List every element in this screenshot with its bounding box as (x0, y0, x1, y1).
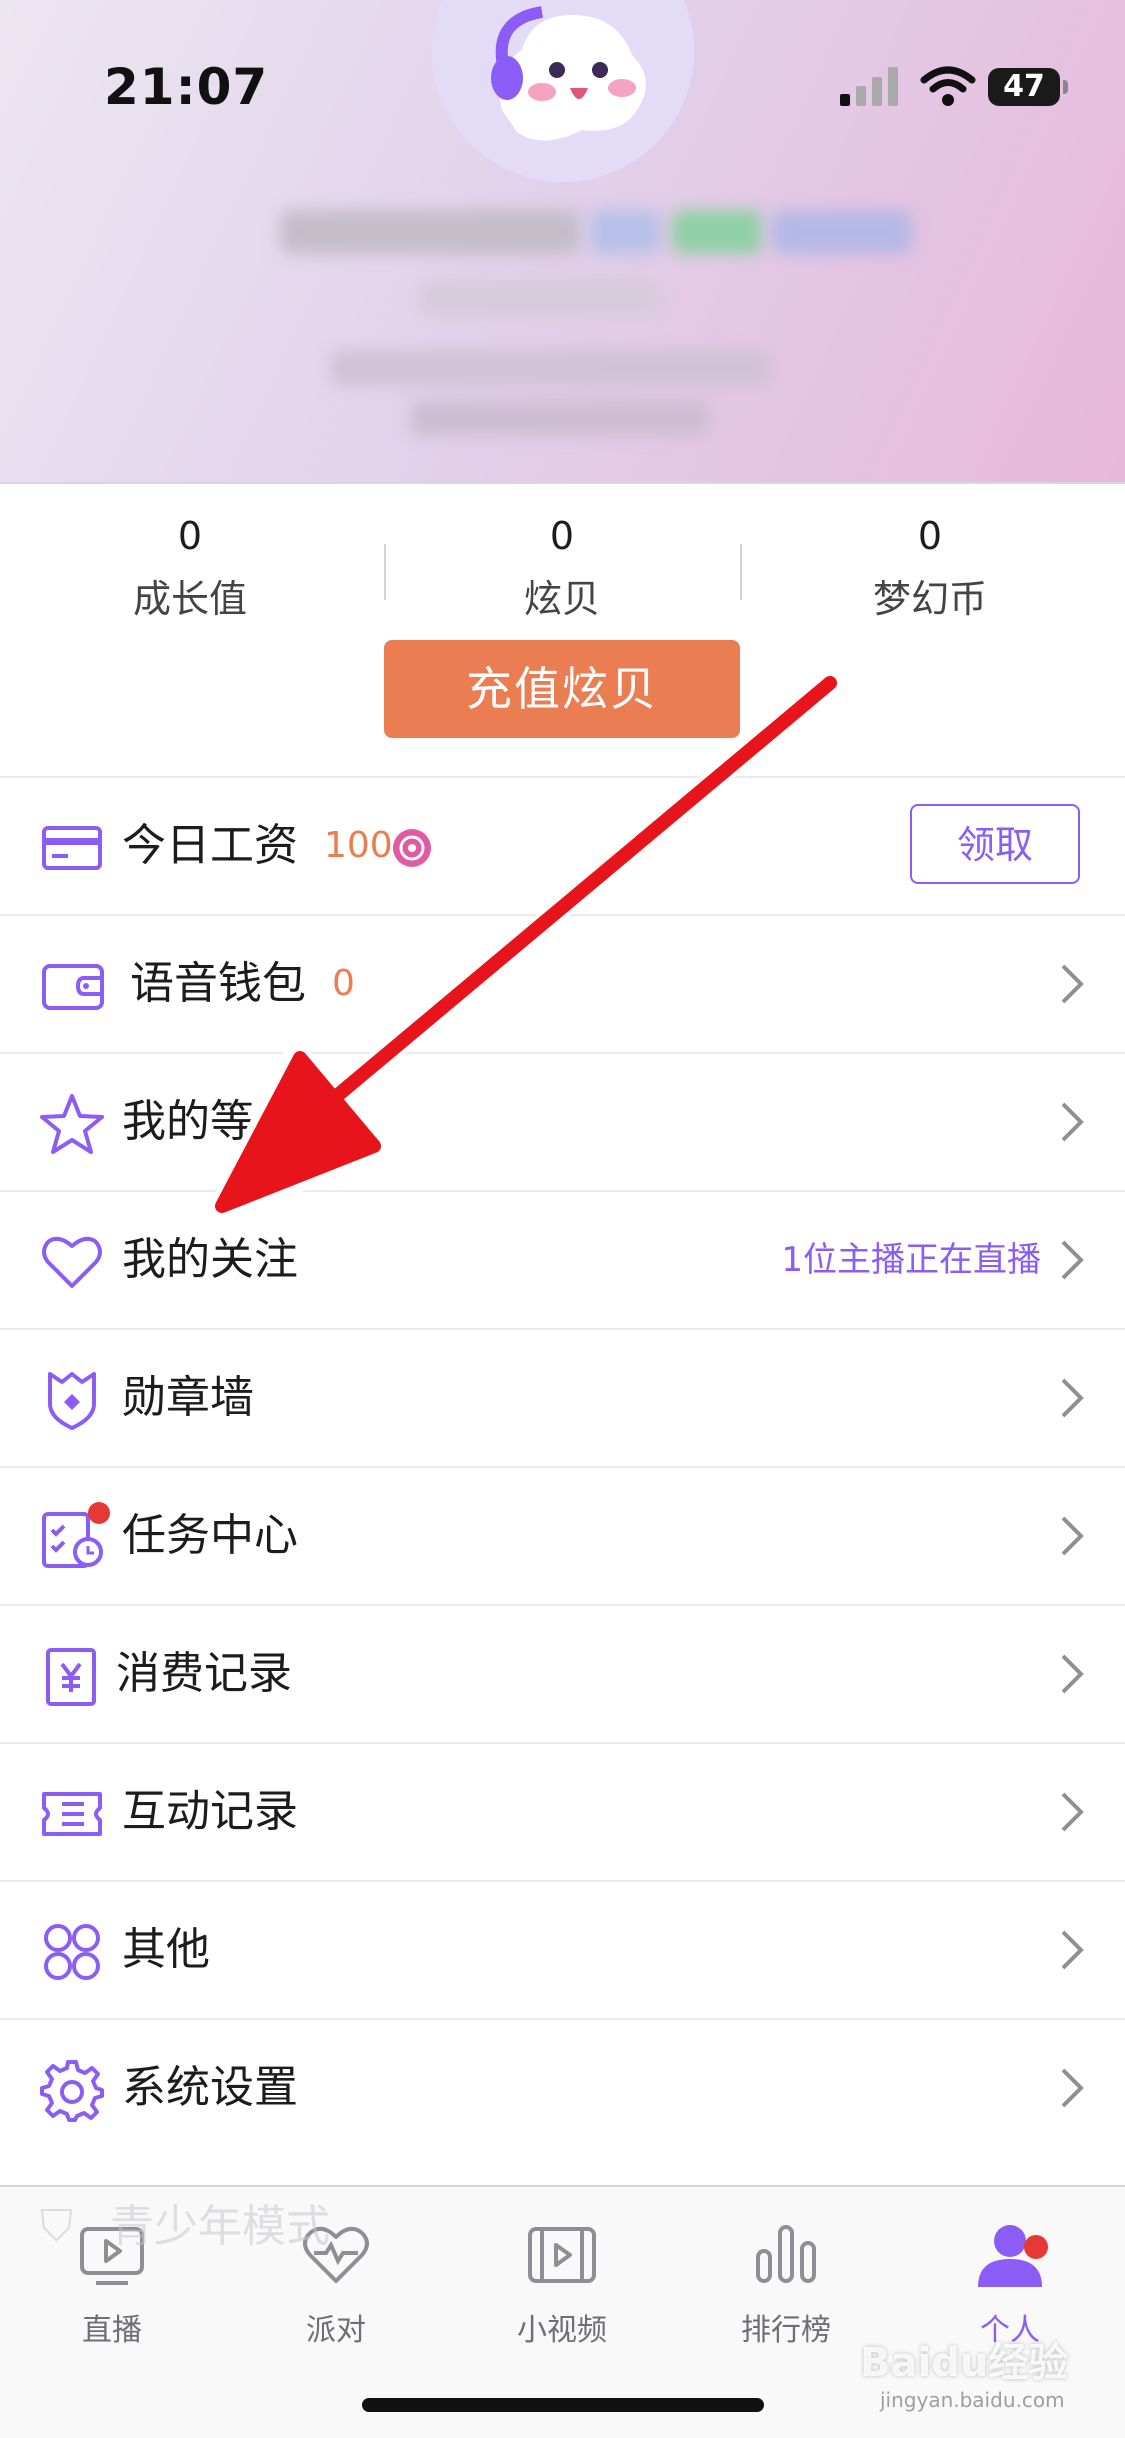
tab-label: 直播 (82, 2313, 142, 2348)
menu-label: 勋章墙 (122, 1372, 254, 1423)
stat-dream-coin[interactable]: 0 梦幻币 (780, 510, 1080, 623)
menu-label: 青少年模式 (110, 2201, 330, 2252)
chevron-right-icon (1061, 964, 1084, 1004)
blurred-follow-info (410, 400, 710, 436)
menu-item-system-settings[interactable]: 系统设置 (0, 2018, 1125, 2156)
blurred-badge (772, 210, 912, 254)
menu-label: 今日工资 (122, 820, 298, 871)
menu-label: 系统设置 (122, 2062, 298, 2113)
chevron-right-icon (1061, 1240, 1084, 1280)
clover-grid-icon (44, 1924, 100, 1980)
tab-label: 小视频 (517, 2313, 607, 2348)
tab-ranking[interactable]: 排行榜 (696, 2217, 876, 2349)
blurred-id (420, 280, 660, 316)
menu-item-task-center[interactable]: 任务中心 (0, 1466, 1125, 1604)
menu-label: 任务中心 (122, 1510, 298, 1561)
chevron-right-icon (1061, 2068, 1084, 2108)
menu-list: 今日工资 100 领取 语音钱包 0 我的等级 我的关注 1位主播正在直播 勋章… (0, 776, 1125, 2156)
film-icon (528, 2227, 596, 2283)
tab-label: 排行榜 (741, 2313, 831, 2348)
menu-item-other[interactable]: 其他 (0, 1880, 1125, 2018)
bars-icon (756, 2225, 816, 2283)
tab-label: 派对 (306, 2313, 366, 2348)
blurred-signature (330, 350, 770, 386)
stat-label: 成长值 (132, 577, 247, 621)
wage-value: 100 (324, 825, 393, 866)
card-icon (42, 826, 102, 870)
menu-item-voice-wallet[interactable]: 语音钱包 0 (0, 914, 1125, 1052)
wifi-icon (920, 66, 976, 106)
ticket-icon (42, 1792, 102, 1836)
stat-label: 梦幻币 (872, 577, 987, 621)
stat-xuanbei[interactable]: 0 炫贝 (412, 510, 712, 623)
menu-item-interaction-records[interactable]: 互动记录 (0, 1742, 1125, 1880)
battery-indicator: 47 (988, 68, 1068, 106)
menu-item-daily-wage: 今日工资 100 领取 (0, 776, 1125, 914)
wallet-icon (42, 964, 104, 1010)
watermark-url: jingyan.baidu.com (880, 2388, 1065, 2412)
menu-item-teen-mode[interactable]: ⛉ 青少年模式 (40, 2190, 330, 2254)
flower-coin-icon (393, 829, 431, 867)
stats-panel: 0 成长值 0 炫贝 0 梦幻币 充值炫贝 (0, 484, 1125, 774)
stat-value: 0 (177, 514, 203, 558)
mascot-avatar-icon (432, 0, 694, 182)
cellular-signal-icon (840, 67, 898, 106)
baidu-watermark: Baidu经验 (860, 2340, 1069, 2386)
status-icons: 47 (840, 64, 1070, 114)
stat-value: 0 (917, 514, 943, 558)
divider (740, 544, 742, 600)
menu-item-spending-records[interactable]: 消费记录 (0, 1604, 1125, 1742)
chevron-right-icon (1061, 1792, 1084, 1832)
receipt-yuan-icon (46, 1648, 96, 1706)
menu-item-my-level[interactable]: 我的等级 (0, 1052, 1125, 1190)
stat-growth[interactable]: 0 成长值 (40, 510, 340, 623)
blurred-username (280, 210, 580, 254)
chevron-right-icon (1061, 1516, 1084, 1556)
menu-label: 消费记录 (116, 1648, 292, 1699)
claim-button[interactable]: 领取 (910, 804, 1080, 884)
menu-label: 语音钱包 (130, 958, 306, 1009)
divider (384, 544, 386, 600)
profile-header: 21:07 47 (0, 0, 1125, 482)
menu-item-medal-wall[interactable]: 勋章墙 (0, 1328, 1125, 1466)
gear-icon (40, 2060, 104, 2122)
live-status-text: 1位主播正在直播 (781, 1240, 1041, 1280)
home-indicator[interactable] (362, 2398, 764, 2412)
menu-item-my-following[interactable]: 我的关注 1位主播正在直播 (0, 1190, 1125, 1328)
heart-icon (42, 1236, 102, 1288)
chevron-right-icon (1061, 1378, 1084, 1418)
tab-short-video[interactable]: 小视频 (472, 2217, 652, 2349)
menu-label: 我的关注 (122, 1234, 298, 1285)
wallet-value: 0 (332, 963, 355, 1004)
blurred-badge (590, 210, 660, 254)
shield-icon: ⛉ (40, 2201, 73, 2252)
blurred-badge (672, 210, 762, 254)
avatar[interactable] (432, 0, 694, 182)
notification-dot (88, 1502, 110, 1524)
recharge-button[interactable]: 充值炫贝 (384, 640, 740, 738)
medal-icon (48, 1372, 96, 1430)
chevron-right-icon (1061, 1654, 1084, 1694)
star-icon (40, 1094, 104, 1154)
notification-dot (1024, 2235, 1048, 2259)
chevron-right-icon (1061, 1102, 1084, 1142)
stat-value: 0 (549, 514, 575, 558)
menu-label: 我的等级 (122, 1096, 298, 1147)
chevron-right-icon (1061, 1930, 1084, 1970)
menu-label: 其他 (122, 1924, 210, 1975)
status-time: 21:07 (104, 58, 269, 116)
stat-label: 炫贝 (523, 577, 600, 621)
menu-label: 互动记录 (122, 1786, 298, 1837)
